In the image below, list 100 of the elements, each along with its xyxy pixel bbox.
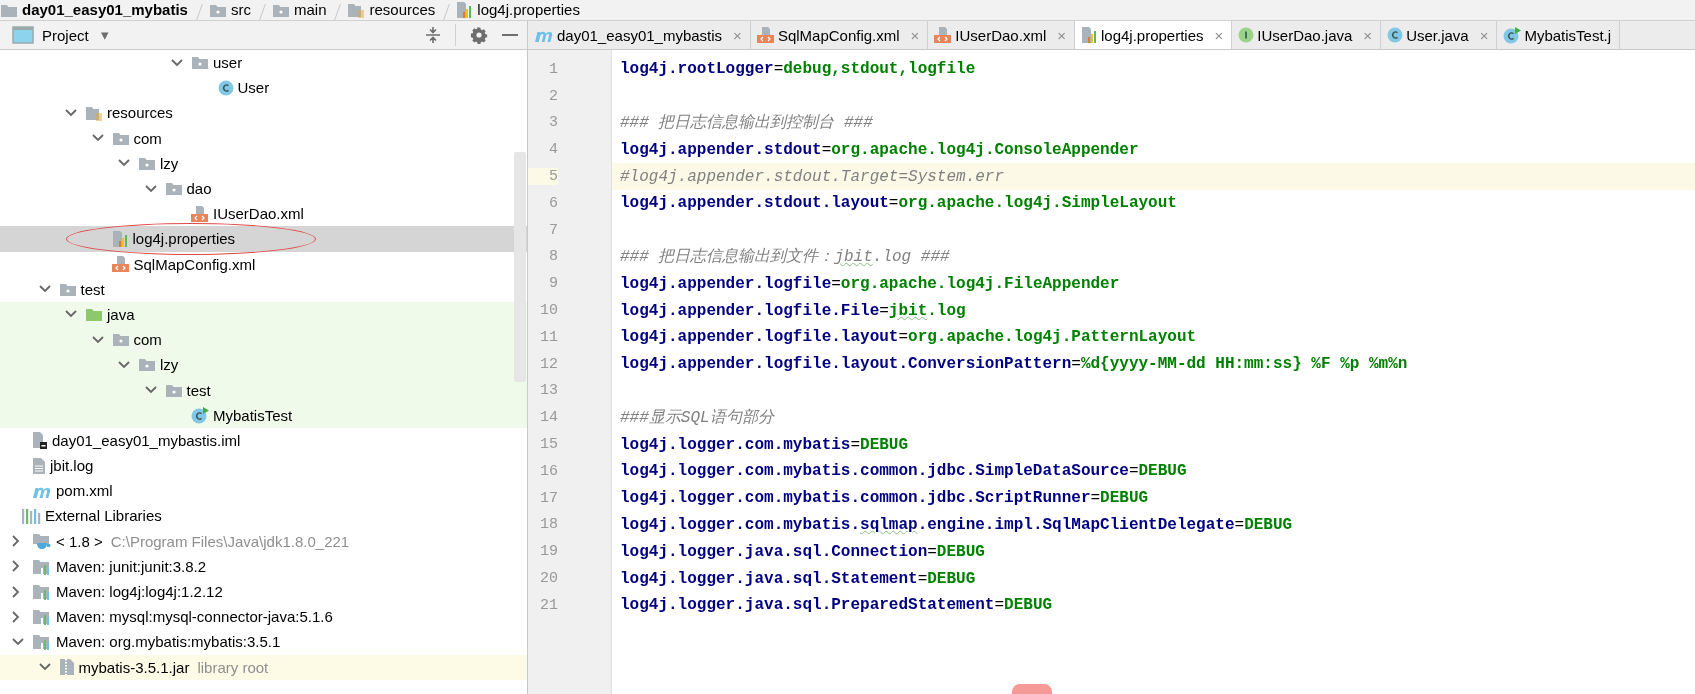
breadcrumb-item[interactable]: resources — [347, 0, 436, 20]
line-number: 19 — [539, 543, 558, 561]
chevron-icon[interactable] — [143, 183, 158, 194]
editor-tab[interactable]: IUserDao.xml × — [928, 21, 1075, 49]
chevron-icon[interactable] — [64, 107, 78, 118]
tree-item[interactable]: SqlMapConfig.xml — [0, 251, 527, 277]
tree-item[interactable]: Maven: log4j:log4j:1.2.12 — [0, 578, 527, 605]
code-line: ### 把日志信息输出到文件：jbit.log ### — [620, 246, 950, 268]
tree-item[interactable]: Maven: org.mybatis:mybatis:3.5.1 — [0, 629, 527, 655]
chevron-icon[interactable] — [11, 609, 21, 624]
settings-icon[interactable] — [470, 26, 488, 44]
chevron-icon[interactable] — [64, 309, 78, 320]
code-line: #log4j.appender.stdout.Target=System.err — [620, 167, 1005, 186]
properties-file-icon — [111, 229, 129, 248]
line-number: 5 — [528, 168, 558, 186]
code-line: log4j.logger.java.sql.Statement=DEBUG — [620, 569, 976, 588]
chevron-icon[interactable] — [37, 284, 52, 295]
tree-item[interactable]: log4j.properties — [0, 226, 527, 252]
breadcrumb-item[interactable]: log4j.properties — [456, 0, 580, 20]
chevron-icon[interactable] — [117, 158, 131, 169]
tree-item[interactable]: dao — [0, 175, 527, 202]
tree-item[interactable]: IUserDao.xml — [0, 201, 527, 227]
chevron-icon[interactable] — [11, 559, 21, 574]
chevron-icon[interactable] — [11, 636, 25, 647]
folder-icon — [347, 2, 366, 18]
line-number: 3 — [548, 114, 558, 132]
chevron-icon[interactable] — [11, 584, 21, 599]
breadcrumb-item[interactable]: day01_easy01_mybatis — [0, 0, 188, 20]
code-line: log4j.appender.logfile.File=jbit.log — [620, 301, 966, 320]
editor-tab[interactable]: day01_easy01_mybastis × — [528, 21, 751, 49]
module-file-icon — [32, 431, 48, 450]
code-line: log4j.logger.java.sql.Connection=DEBUG — [620, 542, 985, 561]
chevron-icon[interactable] — [143, 385, 158, 396]
code-line: log4j.appender.logfile.layout=org.apache.log4j.PatternLayout — [620, 328, 1197, 347]
tree-item[interactable]: jbit.log — [0, 453, 527, 479]
folder-icon — [85, 306, 103, 322]
tree-item[interactable]: test — [0, 377, 527, 403]
line-number: 17 — [539, 489, 558, 507]
tree-item[interactable]: pom.xml — [0, 478, 527, 504]
tree-item[interactable]: java — [0, 301, 527, 328]
tree-item[interactable]: day01_easy01_mybastis.iml — [0, 427, 527, 453]
chevron-icon[interactable] — [37, 662, 52, 673]
breadcrumb-item[interactable]: main — [271, 0, 327, 20]
breadcrumb-item[interactable]: src — [208, 0, 251, 20]
line-number: 9 — [548, 275, 558, 293]
line-number: 18 — [539, 516, 558, 534]
xml-file-icon — [756, 27, 775, 43]
code-line: log4j.appender.logfile.layout.ConversionPattern=%d{yyyy-MM-dd HH:mm:ss} %F %p %m%n — [620, 355, 1408, 374]
line-number: 12 — [539, 355, 558, 373]
code-line: log4j.logger.com.mybatis.sqlmap.engine.impl.SqlMapClientDelegate=DEBUG — [620, 515, 1293, 534]
minimize-icon[interactable] — [502, 33, 518, 37]
editor-tab[interactable]: log4j.properties × — [1075, 21, 1233, 49]
code-line: ### 把日志信息输出到控制台 ### — [620, 112, 873, 134]
chevron-icon[interactable] — [90, 334, 105, 345]
code-line: log4j.appender.stdout.layout=org.apache.log4j.SimpleLayout — [620, 194, 1177, 213]
folder-icon — [164, 382, 183, 398]
xml-file-icon — [191, 205, 209, 222]
interface-icon — [1238, 27, 1255, 43]
editor-tab[interactable]: MybatisTest.j — [1497, 21, 1621, 49]
line-number: 11 — [539, 328, 558, 346]
tree-item[interactable]: External Libraries — [0, 503, 527, 529]
chevron-icon[interactable] — [11, 534, 21, 549]
chevron-icon[interactable] — [90, 133, 105, 144]
tree-item[interactable]: MybatisTest — [0, 402, 527, 428]
library-folder-icon — [32, 557, 52, 575]
tree-item[interactable]: lzy — [0, 352, 527, 378]
editor-tab[interactable]: SqlMapConfig.xml × — [750, 21, 929, 49]
line-number: 16 — [539, 462, 558, 480]
editor-tab[interactable]: IUserDao.java × — [1232, 21, 1382, 49]
collapse-all-icon[interactable] — [425, 26, 441, 44]
tree-item[interactable]: Maven: junit:junit:3.8.2 — [0, 553, 527, 579]
tree-item[interactable]: User — [0, 75, 527, 101]
tree-item[interactable]: resources — [0, 100, 527, 126]
folder-icon — [0, 2, 18, 18]
chevron-icon[interactable] — [170, 57, 184, 68]
code-line: log4j.appender.stdout=org.apache.log4j.ConsoleAppender — [620, 140, 1139, 159]
tree-item[interactable]: com — [0, 327, 527, 353]
folder-icon — [111, 332, 130, 348]
class-icon — [191, 406, 209, 424]
tree-item[interactable]: Maven: mysql:mysql-connector-java:5.1.6 — [0, 604, 527, 630]
line-number: 13 — [539, 382, 558, 400]
tree-item[interactable]: user — [0, 50, 527, 76]
editor-tab[interactable]: User.java × — [1381, 21, 1498, 49]
line-number: 8 — [548, 248, 558, 266]
scrollbar-thumb[interactable] — [514, 152, 526, 382]
code-line: log4j.logger.java.sql.PreparedStatement=DEBUG — [620, 596, 1053, 615]
folder-icon — [111, 130, 130, 146]
tree-item[interactable]: mybatis-3.5.1.jar library root — [0, 654, 527, 680]
panel-title-dropdown[interactable]: Project ▾ — [12, 26, 109, 44]
tree-item[interactable]: lzy — [0, 150, 527, 176]
properties-file-icon — [1081, 26, 1098, 44]
xml-file-icon — [111, 256, 130, 273]
line-number: 15 — [539, 436, 558, 454]
tree-item[interactable]: com — [0, 125, 527, 151]
folder-icon — [138, 155, 156, 171]
tree-item[interactable]: < 1.8 > C:\Program Files\Java\jdk1.8.0_221 — [0, 528, 527, 554]
tree-item[interactable]: test — [0, 276, 527, 302]
folder-icon — [271, 2, 290, 18]
chevron-icon[interactable] — [117, 359, 131, 370]
code-line: log4j.logger.com.mybatis=DEBUG — [620, 435, 909, 454]
